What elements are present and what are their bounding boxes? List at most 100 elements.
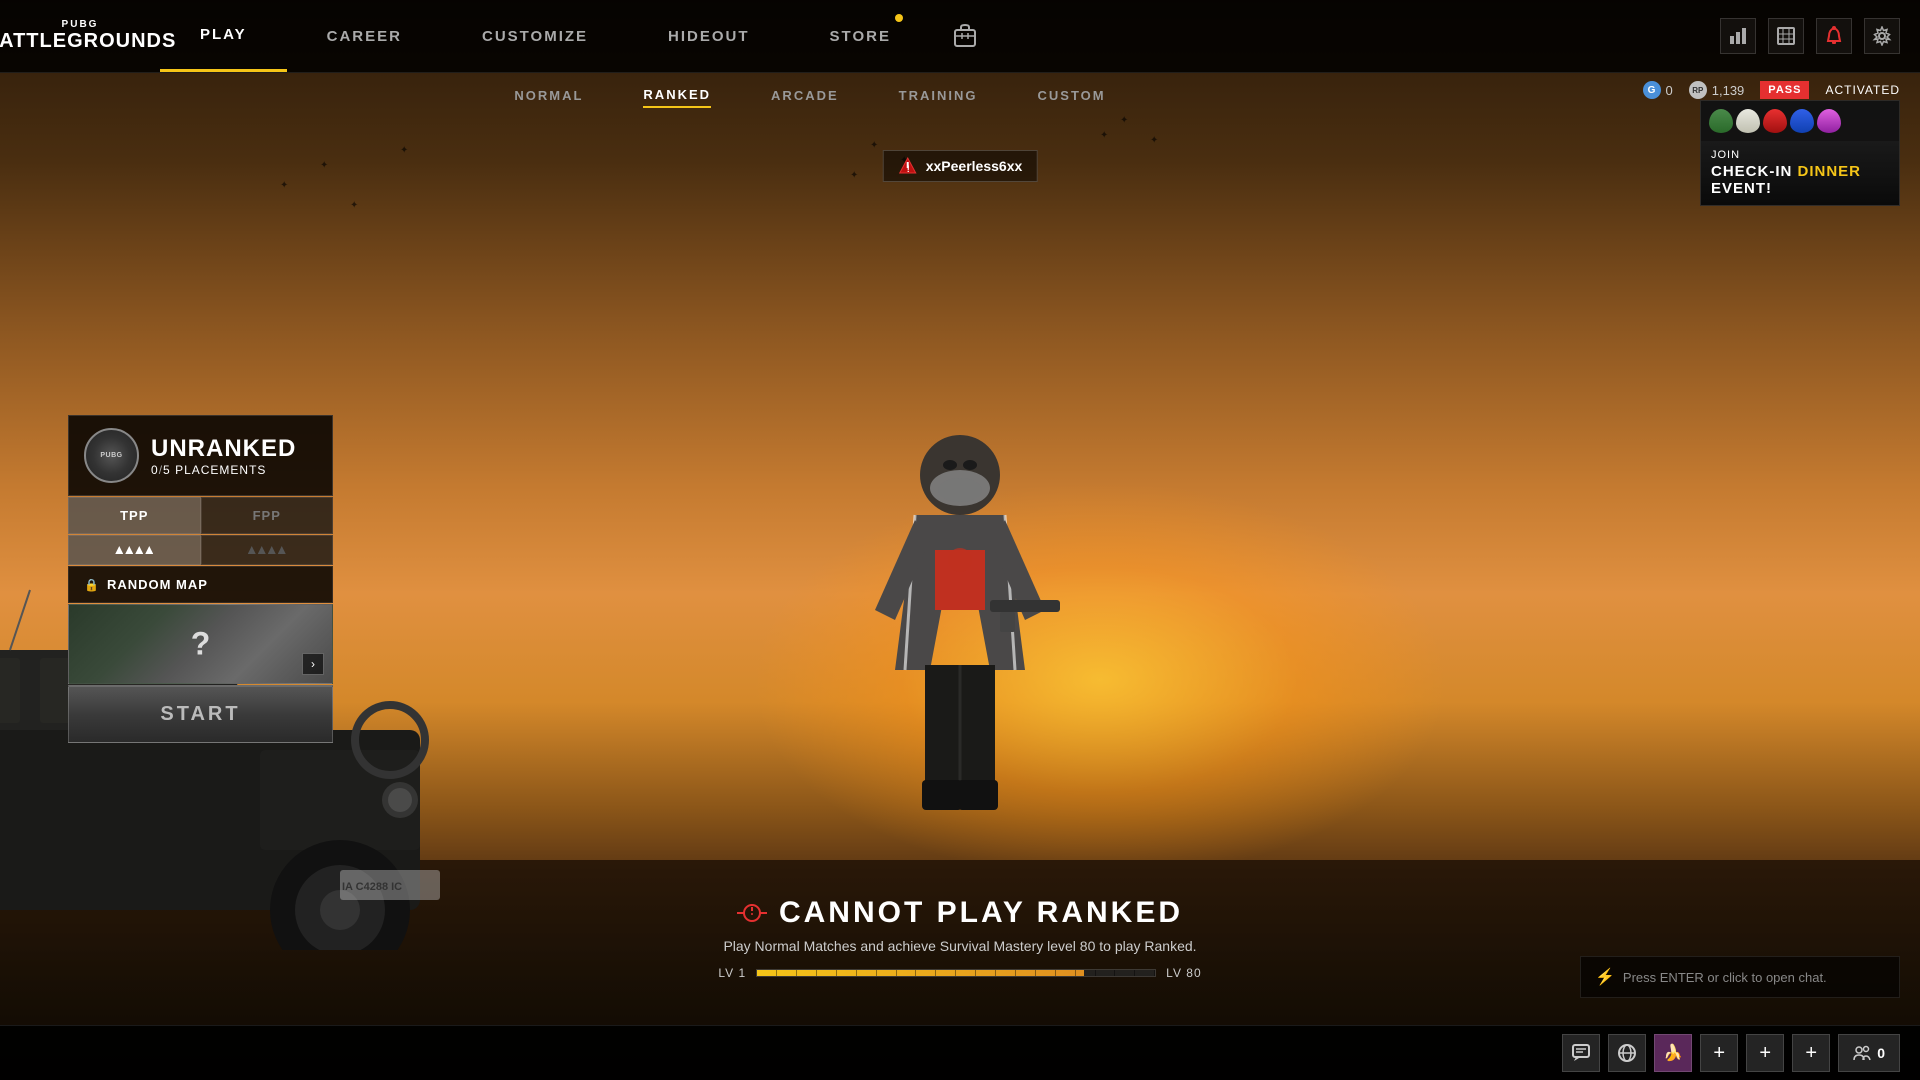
progress-lv-end: LV 80	[1166, 966, 1201, 980]
rank-title: UNRANKED	[151, 435, 296, 463]
squad-dot-1	[115, 546, 123, 554]
squad-dot-3	[135, 546, 143, 554]
promo-banner[interactable]: JOIN CHECK-IN DINNER EVENT!	[1700, 100, 1900, 206]
rank-badge: PUBG	[84, 428, 139, 483]
squad-dot-8	[278, 546, 286, 554]
nav-tab-store[interactable]: STORE	[790, 0, 931, 72]
squad-count: 0	[1877, 1045, 1885, 1061]
activated-text: ACTIVATED	[1825, 83, 1900, 97]
helmet-blue	[1790, 109, 1814, 133]
player-name: xxPeerless6xx	[926, 158, 1023, 174]
character-svg	[850, 410, 1070, 860]
tpp-btn[interactable]: TPP	[68, 497, 201, 534]
rank-panel: PUBG UNRANKED 0/5 PLACEMENTS TPP FPP 🔒	[68, 415, 333, 743]
chat-btn[interactable]	[1562, 1034, 1600, 1072]
helmet-pink	[1817, 109, 1841, 133]
join-text: JOIN	[1711, 149, 1889, 161]
logo-pubg: PUBG	[62, 19, 99, 30]
add-btn-3[interactable]: +	[1792, 1034, 1830, 1072]
logo: PUBG BATTLEGROUNDS	[0, 19, 160, 53]
nav-tabs: PLAY CAREER CUSTOMIZE HIDEOUT STORE	[160, 0, 1700, 72]
sub-tab-arcade[interactable]: ARCADE	[771, 88, 839, 107]
cannot-play-title: CANNOT PLAY RANKED	[610, 896, 1310, 930]
nav-tab-career[interactable]: CAREER	[287, 0, 442, 72]
squad-dot-6	[258, 546, 266, 554]
map-selector[interactable]: 🔒 RANDOM MAP	[68, 566, 333, 603]
sub-tab-training[interactable]: TRAINING	[899, 88, 978, 107]
settings-btn[interactable]	[1864, 18, 1900, 54]
rp-currency: RP 1,139	[1689, 81, 1745, 99]
promo-header	[1701, 101, 1899, 141]
helmet-green	[1709, 109, 1733, 133]
add-icon-2: +	[1759, 1042, 1771, 1065]
chat-placeholder: Press ENTER or click to open chat.	[1623, 970, 1885, 985]
squad-indicator[interactable]: 0	[1838, 1034, 1900, 1072]
bird-6: ✦	[870, 140, 878, 151]
map-btn[interactable]	[1768, 18, 1804, 54]
helmet-red	[1763, 109, 1787, 133]
event-title: CHECK-IN DINNER EVENT!	[1711, 163, 1889, 197]
rank-placements: 0/5 PLACEMENTS	[151, 463, 296, 477]
bird-8: ✦	[1100, 130, 1108, 141]
banana-icon: 🍌	[1663, 1043, 1683, 1063]
chat-lightning-icon: ⚡	[1595, 967, 1615, 987]
start-button[interactable]: START	[68, 685, 333, 743]
sub-tab-custom[interactable]: CUSTOM	[1038, 88, 1106, 107]
squad-dot-5	[248, 546, 256, 554]
nav-tab-play[interactable]: PLAY	[160, 0, 287, 72]
inventory-icon	[951, 22, 979, 50]
add-btn-2[interactable]: +	[1746, 1034, 1784, 1072]
squad-btn-squad2[interactable]	[201, 535, 334, 565]
nav-right	[1700, 18, 1920, 54]
map-icon	[1776, 26, 1796, 46]
rp-icon: RP	[1689, 81, 1707, 99]
banana-btn[interactable]: 🍌	[1654, 1034, 1692, 1072]
svg-text:IA C4288 IC: IA C4288 IC	[342, 881, 402, 893]
bird-5: ✦	[850, 170, 858, 181]
rp-value: 1,139	[1712, 83, 1745, 98]
lock-icon: 🔒	[84, 578, 99, 592]
progress-lv-start: LV 1	[718, 966, 746, 980]
sub-tabs: NORMAL RANKED ARCADE TRAINING CUSTOM	[0, 73, 1620, 122]
inventory-tab[interactable]	[931, 0, 999, 72]
notification-btn[interactable]	[1816, 18, 1852, 54]
progress-container: LV 1 LV 80	[610, 966, 1310, 980]
globe-btn[interactable]	[1608, 1034, 1646, 1072]
progress-ticks	[757, 970, 1155, 976]
sub-tab-ranked[interactable]: RANKED	[643, 87, 711, 108]
bird-1: ✦	[280, 180, 288, 191]
cannot-play-text: CANNOT PLAY RANKED	[779, 896, 1183, 930]
add-icon-1: +	[1713, 1042, 1725, 1065]
add-icon-3: +	[1805, 1042, 1817, 1065]
cannot-play-desc: Play Normal Matches and achieve Survival…	[610, 938, 1310, 954]
rank-info: UNRANKED 0/5 PLACEMENTS	[151, 435, 296, 477]
store-dot-badge	[895, 14, 903, 22]
chat-bar[interactable]: ⚡ Press ENTER or click to open chat.	[1580, 956, 1900, 998]
helmet-white	[1736, 109, 1760, 133]
cannot-play-banner: CANNOT PLAY RANKED Play Normal Matches a…	[610, 896, 1310, 980]
squad-people-icon	[1853, 1044, 1871, 1062]
helmet-icons	[1709, 109, 1841, 133]
settings-icon	[1872, 26, 1892, 46]
progress-bar	[756, 969, 1156, 977]
bp-icon: G	[1643, 81, 1661, 99]
squad-btn-squad1[interactable]	[68, 535, 201, 565]
survival-pass-badge[interactable]: PASS	[1760, 81, 1809, 99]
squad-size-selector	[68, 535, 333, 565]
stats-btn[interactable]	[1720, 18, 1756, 54]
sub-tab-normal[interactable]: NORMAL	[514, 88, 583, 107]
squad-dot-4	[145, 546, 153, 554]
player-display: ! xxPeerless6xx	[883, 150, 1038, 197]
player-tag: ! xxPeerless6xx	[883, 150, 1038, 182]
bird-3: ✦	[350, 200, 358, 211]
squad-dot-7	[268, 546, 276, 554]
cannot-play-icon	[737, 901, 767, 925]
nav-tab-hideout[interactable]: HIDEOUT	[628, 0, 790, 72]
add-btn-1[interactable]: +	[1700, 1034, 1738, 1072]
rank-header: PUBG UNRANKED 0/5 PLACEMENTS	[68, 415, 333, 496]
map-preview[interactable]: ›	[68, 604, 333, 684]
nav-tab-customize[interactable]: CUSTOMIZE	[442, 0, 628, 72]
bird-2: ✦	[320, 160, 328, 171]
fpp-btn[interactable]: FPP	[201, 497, 334, 534]
logo-bg: BATTLEGROUNDS	[0, 30, 176, 53]
